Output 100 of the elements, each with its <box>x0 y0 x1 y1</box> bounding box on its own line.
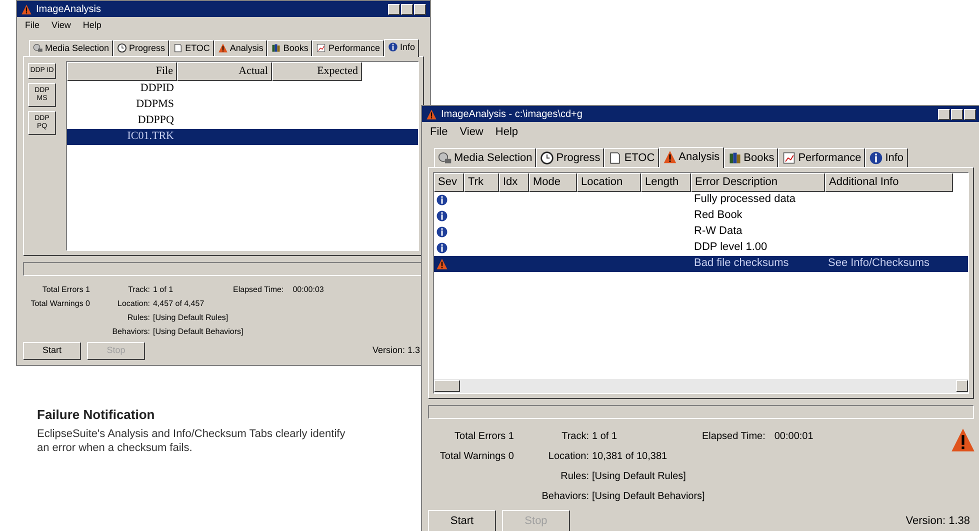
status-value: 4,457 of 4,457 <box>153 298 206 310</box>
horizontal-scrollbar[interactable] <box>434 379 968 393</box>
minimize-button[interactable] <box>938 108 950 120</box>
table-cell-text: See Info/Checksums <box>827 256 930 272</box>
tab[interactable]: ETOC <box>169 40 214 56</box>
chart-icon <box>316 43 326 54</box>
status-label: Behaviors: <box>540 490 590 504</box>
version-label: Version: 1.38 <box>906 514 971 529</box>
status-label: Total Warnings 0 <box>30 298 91 310</box>
list-row[interactable]: DDPMS <box>67 96 418 112</box>
status-value: [Using Default Rules] <box>153 312 230 324</box>
document-icon <box>608 150 622 165</box>
tab[interactable]: Progress <box>536 148 604 167</box>
table-cell-text: DDPMS <box>135 97 175 112</box>
status-value: 00:00:01 <box>774 430 814 444</box>
tab[interactable]: Books <box>267 40 312 56</box>
menu-item[interactable]: Help <box>82 19 102 32</box>
tab[interactable]: Progress <box>113 40 170 56</box>
column-header[interactable]: Idx <box>499 173 529 192</box>
column-header[interactable]: Actual <box>177 62 272 80</box>
window-title: ImageAnalysis - c:\images\cd+g <box>441 108 584 122</box>
tab[interactable]: Books <box>724 148 778 167</box>
list-row[interactable]: IC01.TRK <box>67 128 418 144</box>
status-value: [Using Default Behaviors] <box>592 490 706 504</box>
column-header[interactable]: Additional Info <box>825 173 953 192</box>
table-cell-text: Fully processed data <box>693 192 796 208</box>
menu-item[interactable]: File <box>25 19 40 32</box>
tab[interactable]: Analysis <box>658 146 724 168</box>
table-cell-text: DDP level 1.00 <box>693 240 768 256</box>
scroll-thumb[interactable] <box>434 380 460 392</box>
status-value: 10,381 of 10,381 <box>592 450 668 464</box>
tab[interactable]: Analysis <box>214 40 268 56</box>
list-row[interactable]: DDPID <box>67 80 418 96</box>
tab[interactable]: Performance <box>312 40 384 56</box>
maximize-button[interactable] <box>951 108 963 120</box>
tab[interactable]: ETOC <box>604 148 659 167</box>
caption-text: EclipseSuite's Analysis and Info/Checksum Tabs clearly identify an error when a checksum fails. <box>37 426 346 454</box>
status-value: 1 of 1 <box>592 430 618 444</box>
info-icon <box>388 42 398 52</box>
column-header[interactable]: Mode <box>529 173 577 192</box>
column-header[interactable]: Location <box>577 173 641 192</box>
column-header[interactable]: Length <box>641 173 691 192</box>
list-row[interactable]: Fully processed data <box>434 192 968 208</box>
status-value: [Using Default Rules] <box>592 470 687 484</box>
table-cell-text: Bad file checksums <box>693 256 790 272</box>
column-header[interactable]: Expected <box>272 62 362 80</box>
tab[interactable]: Media Selection <box>29 40 114 56</box>
maximize-button[interactable] <box>401 4 413 14</box>
list-row[interactable]: DDP level 1.00 <box>434 240 968 256</box>
column-header[interactable]: File <box>67 62 177 80</box>
info-icon <box>869 150 884 165</box>
status-label: Location: <box>116 298 151 310</box>
column-header[interactable]: Error Description <box>691 173 825 192</box>
tab[interactable]: Info <box>865 148 908 167</box>
document-icon <box>173 43 184 54</box>
warning-icon <box>21 4 32 14</box>
menu-item[interactable]: File <box>430 124 448 140</box>
tab[interactable]: Media Selection <box>434 148 536 167</box>
disc-icon <box>438 150 452 165</box>
status-label: Track: <box>560 430 590 444</box>
status-label: Elapsed Time: <box>702 430 766 444</box>
minimize-button[interactable] <box>388 4 400 14</box>
info-icon <box>436 194 448 206</box>
warning-icon <box>436 258 448 270</box>
tab[interactable]: Info <box>384 38 419 57</box>
window-title: ImageAnalysis <box>36 2 102 16</box>
status-value: 00:00:03 <box>292 284 324 296</box>
close-button[interactable] <box>414 4 426 14</box>
status-label: Location: <box>547 450 590 464</box>
scroll-right-button[interactable] <box>956 380 968 392</box>
table-cell-text: R-W Data <box>693 224 744 240</box>
list-row[interactable]: R-W Data <box>434 224 968 240</box>
status-label: Rules: <box>560 470 590 484</box>
warning-icon <box>426 108 437 120</box>
action-button[interactable]: Start <box>23 342 81 360</box>
action-button[interactable]: Start <box>428 510 496 531</box>
list-row[interactable]: DDPPQ <box>67 112 418 128</box>
books-icon <box>271 43 282 54</box>
status-value: [Using Default Behaviors] <box>153 326 244 338</box>
table-cell-text: DDPID <box>139 81 175 96</box>
status-label: Rules: <box>126 312 151 324</box>
clock-icon <box>117 43 128 54</box>
books-icon <box>728 150 742 165</box>
warning-icon <box>662 150 677 164</box>
column-header[interactable]: Sev <box>434 173 464 192</box>
version-label: Version: 1.3 <box>372 344 421 358</box>
status-label: Total Errors 1 <box>41 284 91 296</box>
chart-icon <box>782 150 796 165</box>
menu-item[interactable]: View <box>460 124 484 140</box>
status-value: 1 of 1 <box>153 284 174 296</box>
info-icon <box>436 242 448 254</box>
menu-item[interactable]: Help <box>495 124 518 140</box>
table-cell-text: Red Book <box>693 208 744 224</box>
close-button[interactable] <box>964 108 976 120</box>
tab[interactable]: Performance <box>778 148 866 167</box>
menu-item[interactable]: View <box>52 19 71 32</box>
table-cell-text: IC01.TRK <box>126 129 175 144</box>
list-row[interactable]: Bad file checksums See Info/Checksums <box>434 256 968 272</box>
column-header[interactable]: Trk <box>464 173 499 192</box>
list-row[interactable]: Red Book <box>434 208 968 224</box>
